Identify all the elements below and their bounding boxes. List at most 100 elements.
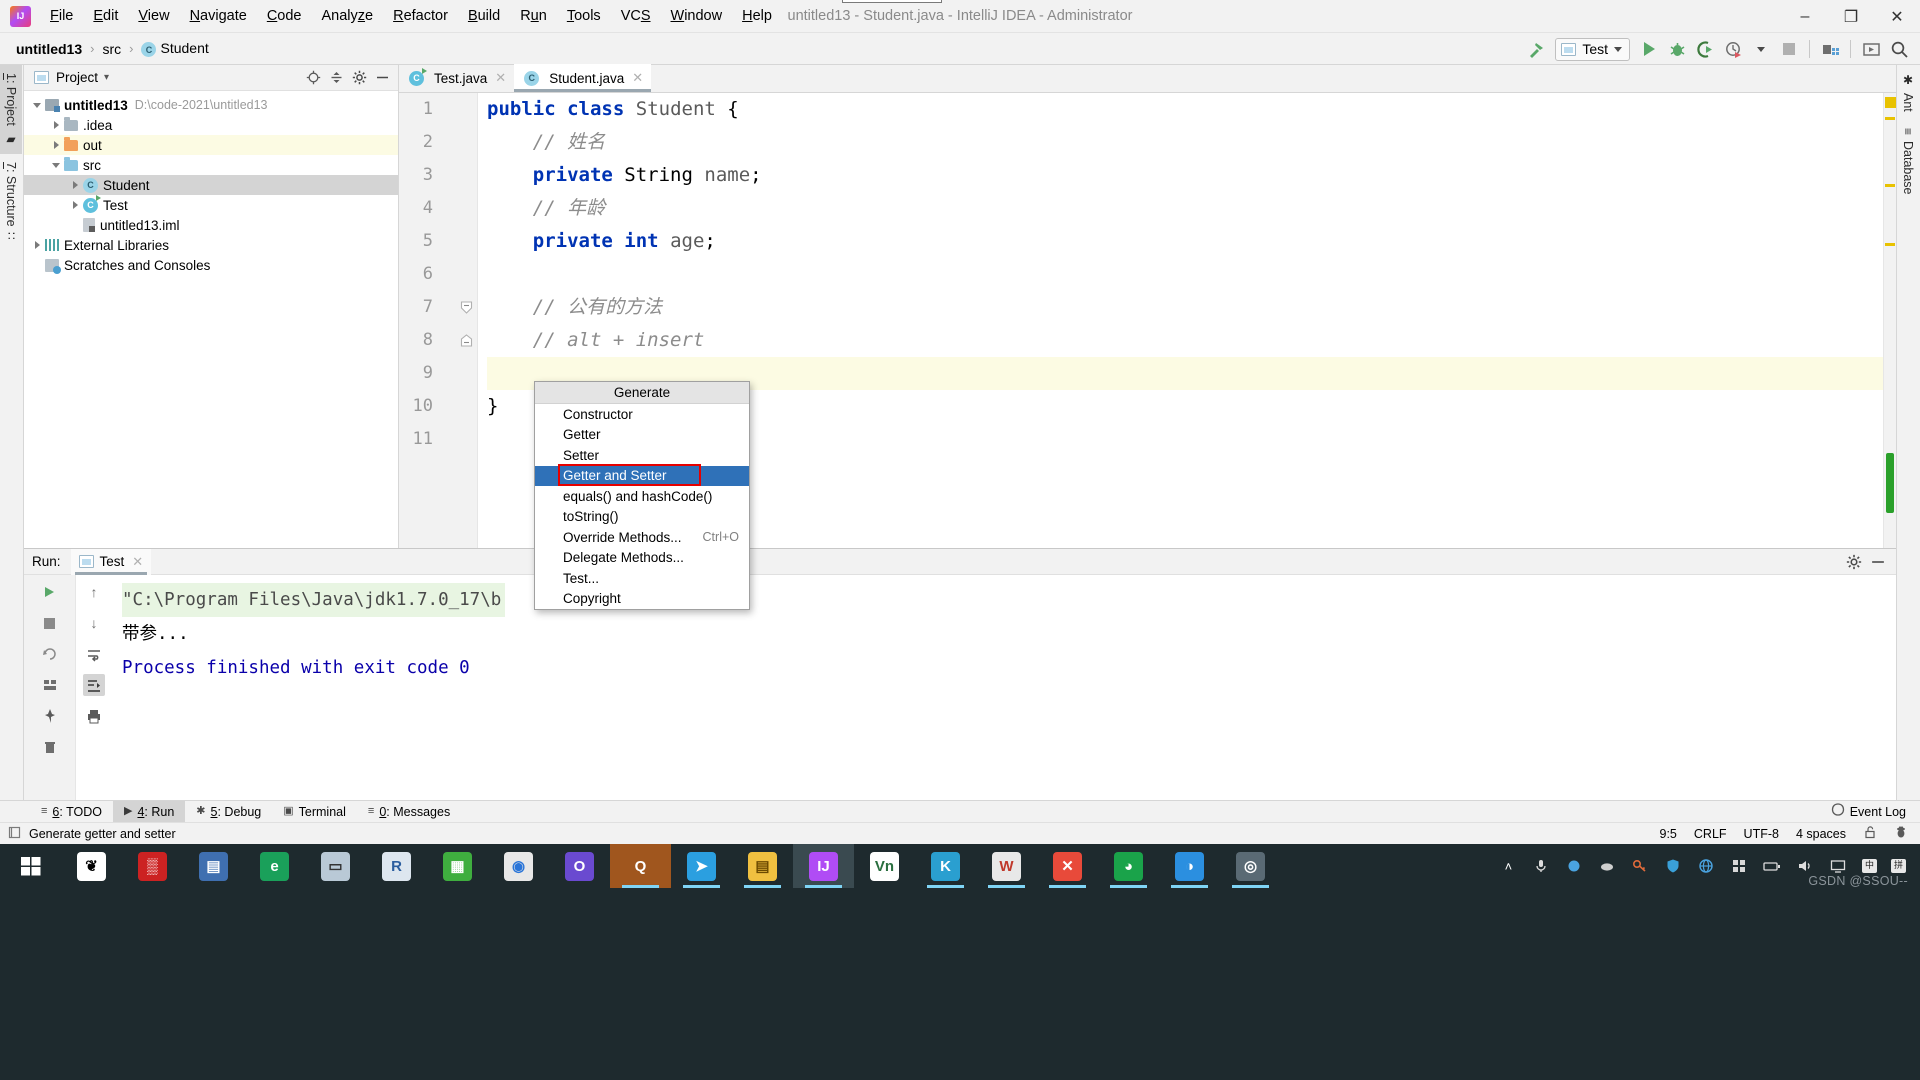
scroll-up-icon[interactable]: ↑	[83, 581, 105, 603]
code-line[interactable]: // 年龄	[487, 192, 1883, 225]
menu-run[interactable]: Run	[510, 5, 557, 27]
tree-node-out[interactable]: out	[24, 135, 398, 155]
xmind-icon[interactable]: ✕	[1037, 844, 1098, 888]
rerun-failed-icon[interactable]	[39, 643, 61, 665]
ime-sub-indicator[interactable]: 拼	[1890, 859, 1906, 873]
grid-red-icon[interactable]: ▒	[122, 844, 183, 888]
globe-icon[interactable]	[1697, 857, 1716, 876]
sogou-icon[interactable]: ❦	[61, 844, 122, 888]
code-line[interactable]: // alt + insert	[487, 324, 1883, 357]
generate-item-setter[interactable]: Setter	[535, 445, 749, 466]
generate-item-test[interactable]: Test...	[535, 568, 749, 589]
menu-view[interactable]: View	[128, 5, 179, 27]
chevron-closed-icon[interactable]	[32, 240, 43, 251]
profile-dropdown-icon[interactable]	[1748, 37, 1774, 61]
generate-item-copyright[interactable]: Copyright	[535, 589, 749, 610]
maximize-button[interactable]: ❐	[1828, 0, 1874, 33]
inspector-icon[interactable]	[1894, 825, 1908, 842]
bottom-tab-debug[interactable]: ✱ 5: Debug	[185, 801, 272, 823]
run-icon[interactable]	[1636, 37, 1662, 61]
dingtalk-icon[interactable]: ◑	[1159, 844, 1220, 888]
close-icon[interactable]: ✕	[632, 70, 643, 86]
menu-refactor[interactable]: Refactor	[383, 5, 458, 27]
editor-gutter[interactable]: 1 2 3 4 5 6 7 8 9 10 11	[399, 93, 478, 548]
stripe-marker[interactable]	[1885, 243, 1895, 246]
breadcrumb-folder[interactable]: src	[98, 40, 125, 58]
settings-gear-icon[interactable]	[1844, 552, 1864, 572]
fold-marker-icon[interactable]	[460, 334, 473, 347]
debug-icon[interactable]	[1664, 37, 1690, 61]
chevron-closed-icon[interactable]	[70, 200, 81, 211]
stop-icon[interactable]	[39, 612, 61, 634]
menu-code[interactable]: Code	[257, 5, 312, 27]
tree-node-scratches-and-consoles[interactable]: Scratches and Consoles	[24, 255, 398, 275]
print-icon[interactable]	[83, 705, 105, 727]
edge-icon[interactable]: e	[244, 844, 305, 888]
mic-icon[interactable]	[1532, 857, 1551, 876]
menu-vcs[interactable]: VCS	[611, 5, 661, 27]
grid-icon[interactable]	[1730, 857, 1749, 876]
coverage-icon[interactable]	[1692, 37, 1718, 61]
tree-node-untitled13[interactable]: untitled13 D:\code-2021\untitled13	[24, 95, 398, 115]
stripe-thumb[interactable]	[1886, 453, 1894, 513]
kugou-icon[interactable]: K	[915, 844, 976, 888]
breadcrumb-file[interactable]: C Student	[137, 39, 212, 59]
file-encoding[interactable]: UTF-8	[1744, 827, 1779, 841]
editor-tab-student-java[interactable]: C Student.java ✕	[514, 64, 652, 92]
tree-node--idea[interactable]: .idea	[24, 115, 398, 135]
generate-item-getter[interactable]: Getter	[535, 425, 749, 446]
camera-icon[interactable]: ◎	[1220, 844, 1281, 888]
collapse-all-icon[interactable]	[326, 68, 346, 88]
search-icon[interactable]	[1886, 37, 1912, 61]
monitor-icon[interactable]	[1829, 857, 1848, 876]
volume-icon[interactable]	[1796, 857, 1815, 876]
code-line[interactable]: private String name;	[487, 159, 1883, 192]
settings-gear-icon[interactable]	[349, 68, 369, 88]
run-configuration-selector[interactable]: Test	[1555, 37, 1630, 61]
breadcrumb-project[interactable]: untitled13	[12, 40, 86, 58]
tree-node-external-libraries[interactable]: External Libraries	[24, 235, 398, 255]
minimize-button[interactable]: –	[1782, 0, 1828, 33]
reader-icon[interactable]: ▤	[183, 844, 244, 888]
menu-tools[interactable]: Tools	[557, 5, 611, 27]
generate-item-tostring[interactable]: toString()	[535, 507, 749, 528]
code-line[interactable]: public class Student {	[487, 93, 1883, 126]
stripe-marker[interactable]	[1885, 117, 1895, 120]
chevron-closed-icon[interactable]	[70, 180, 81, 191]
error-stripe[interactable]	[1883, 93, 1896, 548]
code-line[interactable]: // 公有的方法	[487, 291, 1883, 324]
updates-icon[interactable]	[1858, 37, 1884, 61]
hammer-icon[interactable]	[1523, 37, 1549, 61]
intellij-icon[interactable]: IJ	[793, 844, 854, 888]
generate-item-override-methods[interactable]: Override Methods... Ctrl+O	[535, 527, 749, 548]
chevron-open-icon[interactable]	[32, 100, 43, 111]
qq-browser-icon[interactable]: Q	[610, 844, 671, 888]
line-separator[interactable]: CRLF	[1694, 827, 1727, 841]
menu-build[interactable]: Build	[458, 5, 510, 27]
key-icon[interactable]	[1631, 857, 1650, 876]
vnc-icon[interactable]: Vn	[854, 844, 915, 888]
vpn-icon[interactable]	[1565, 857, 1584, 876]
trash-icon[interactable]	[39, 736, 61, 758]
explorer-icon[interactable]: ▤	[732, 844, 793, 888]
editor-tab-test-java[interactable]: C Test.java ✕	[399, 64, 514, 92]
generate-popup[interactable]: Generate Constructor Getter Setter Getter a…	[534, 381, 750, 610]
generate-item-constructor[interactable]: Constructor	[535, 404, 749, 425]
menu-analyze[interactable]: Analyze	[312, 5, 384, 27]
soft-wrap-icon[interactable]	[83, 643, 105, 665]
tool-tab-database[interactable]: ≡ Database	[1897, 120, 1919, 203]
bottom-tab-run[interactable]: ▶ 4: Run	[112, 800, 186, 823]
bottom-tab-messages[interactable]: ≡ 0: Messages	[357, 801, 461, 823]
tool-tab-structure[interactable]: 7: Structure ∷	[0, 154, 22, 248]
close-button[interactable]: ✕	[1874, 0, 1920, 33]
caret-position[interactable]: 9:5	[1660, 827, 1677, 841]
profile-icon[interactable]	[1720, 37, 1746, 61]
tree-node-student[interactable]: C Student	[24, 175, 398, 195]
tree-node-src[interactable]: src	[24, 155, 398, 175]
menu-help[interactable]: Help	[732, 5, 782, 27]
locate-icon[interactable]	[303, 68, 323, 88]
menu-navigate[interactable]: Navigate	[180, 5, 257, 27]
console-output[interactable]: "C:\Program Files\Java\jdk1.7.0_17\b 带参.…	[112, 575, 1896, 801]
code-line[interactable]: // 姓名	[487, 126, 1883, 159]
ime-indicator[interactable]: 中	[1861, 859, 1877, 873]
